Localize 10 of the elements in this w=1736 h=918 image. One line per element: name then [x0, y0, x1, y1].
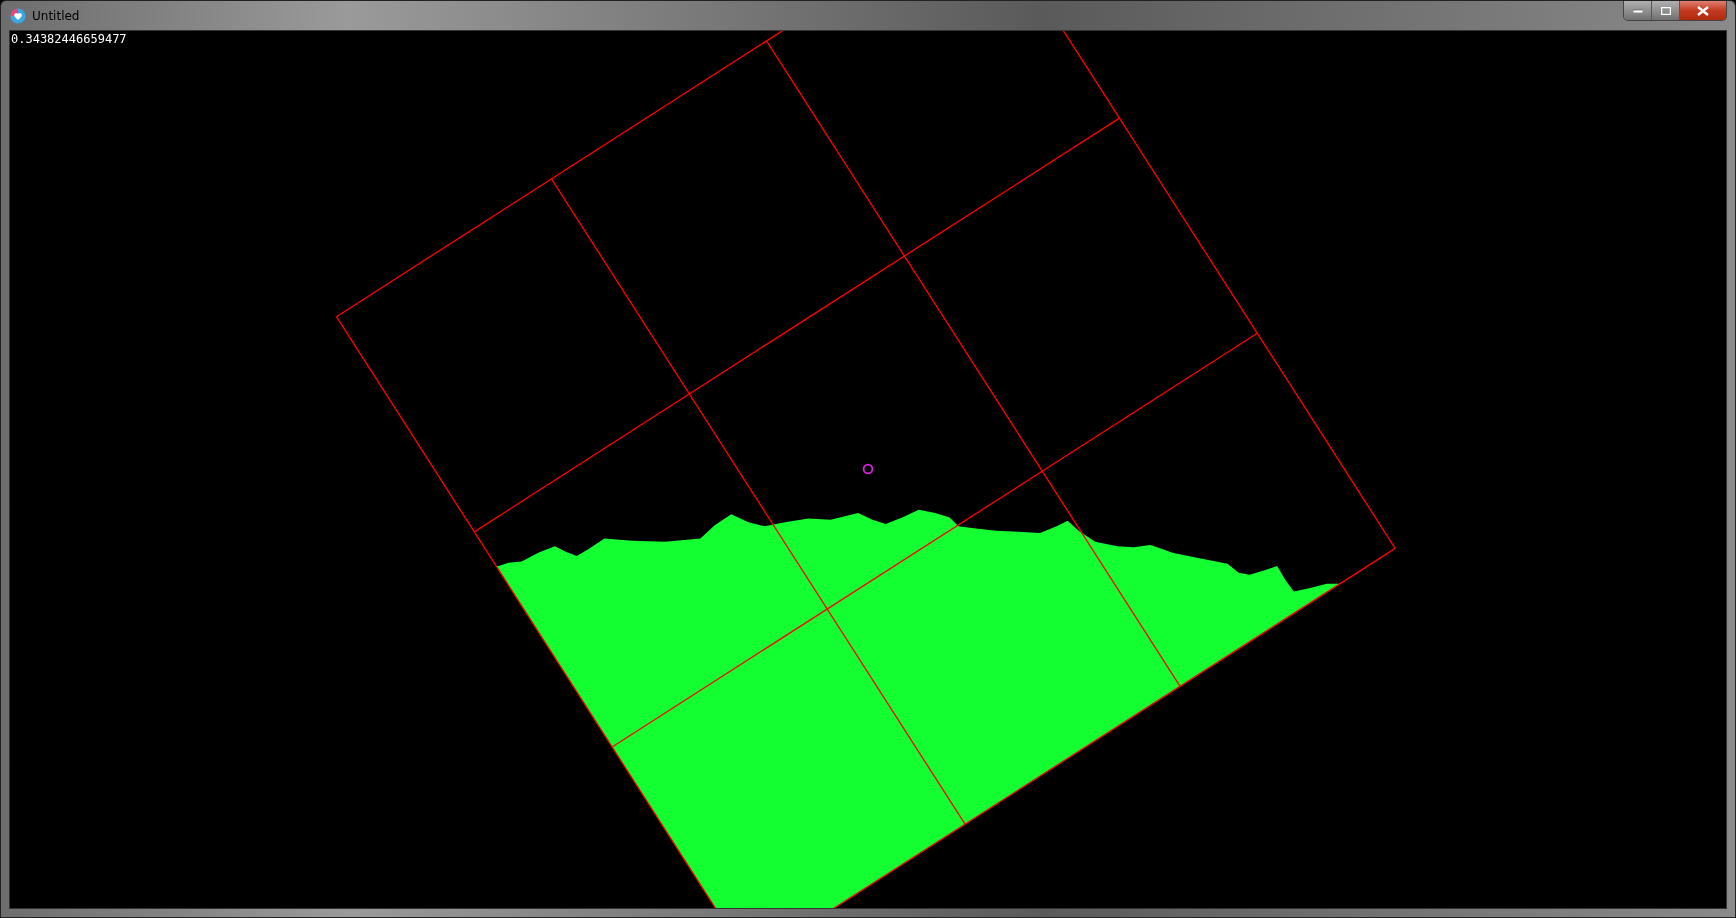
maximize-button[interactable] [1652, 1, 1680, 20]
center-marker [862, 463, 874, 475]
maximize-icon [1660, 6, 1671, 15]
minimize-button[interactable] [1624, 1, 1652, 20]
close-icon [1697, 5, 1709, 16]
close-button[interactable] [1680, 1, 1726, 20]
window-title: Untitled [32, 8, 80, 23]
minimize-icon [1632, 8, 1643, 13]
app-logo-icon [10, 7, 26, 24]
value-readout: 0.34382446659477 [11, 32, 127, 46]
